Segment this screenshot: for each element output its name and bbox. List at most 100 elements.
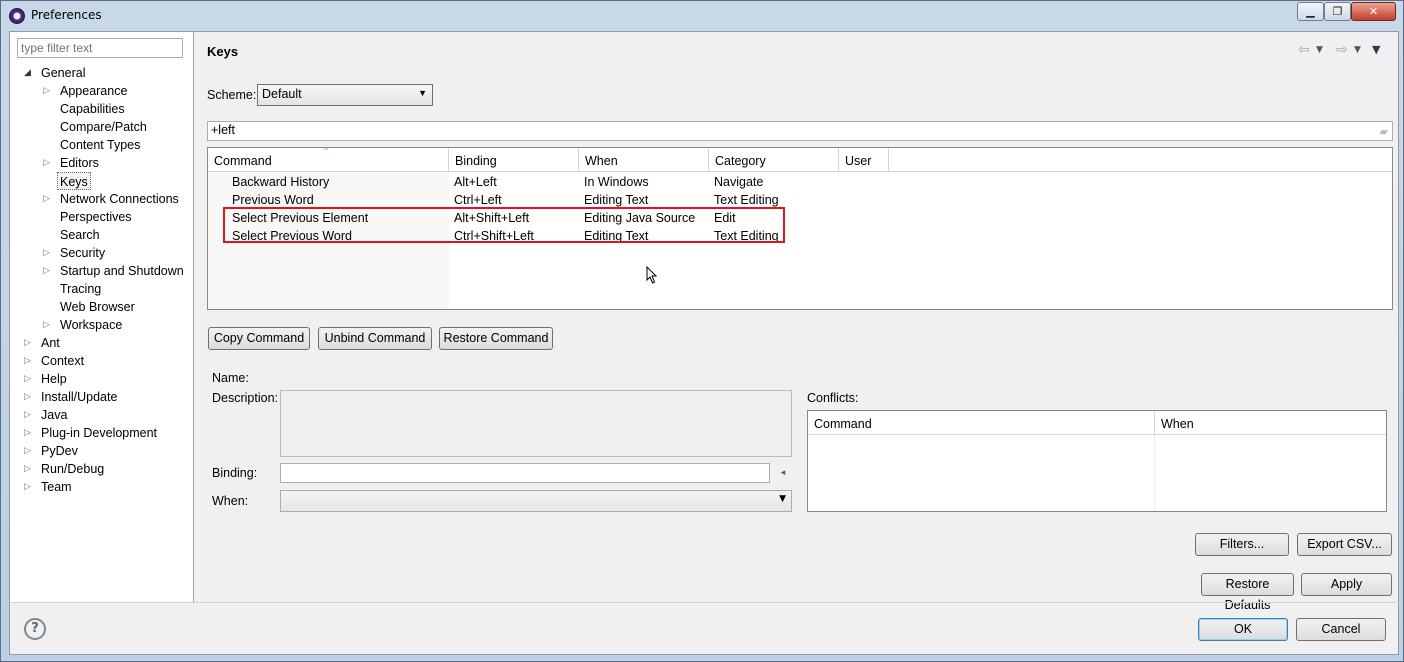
tree-collapsed-icon[interactable]: ▷ — [24, 460, 32, 478]
mouse-cursor-icon — [646, 266, 658, 284]
column-header-category[interactable]: Category — [709, 148, 839, 172]
eclipse-logo-icon — [9, 8, 25, 24]
binding-menu-icon[interactable]: ◂ — [774, 463, 792, 483]
export-csv-button[interactable]: Export CSV... — [1297, 533, 1392, 556]
view-menu-icon[interactable]: ▼ — [1372, 43, 1380, 56]
chevron-down-icon: ▼ — [779, 494, 786, 504]
tree-item-editors[interactable]: Editors — [60, 154, 99, 172]
conflicts-header-command[interactable]: Command — [808, 411, 1155, 435]
tree-collapsed-icon[interactable]: ▷ — [24, 370, 32, 388]
when-dropdown[interactable]: ▼ — [280, 490, 792, 512]
binding-label: Binding: — [212, 466, 258, 480]
tree-item-plug-in-development[interactable]: Plug-in Development — [41, 424, 157, 442]
filters-button[interactable]: Filters... — [1195, 533, 1289, 556]
tree-item-tracing[interactable]: Tracing — [60, 280, 101, 298]
tree-collapsed-icon[interactable]: ▷ — [24, 424, 32, 442]
tree-item-web-browser[interactable]: Web Browser — [60, 298, 135, 316]
cell-binding: Alt+Left — [454, 175, 497, 189]
tree-collapsed-icon — [43, 172, 51, 190]
apply-button[interactable]: Apply — [1301, 573, 1392, 596]
title-bar[interactable]: Preferences ▁ ❐ ✕ — [1, 1, 1404, 31]
tree-collapsed-icon[interactable]: ▷ — [43, 190, 51, 208]
tree-collapsed-icon — [43, 118, 51, 136]
forward-dropdown-icon[interactable]: ▼ — [1354, 45, 1361, 55]
column-divider — [1154, 435, 1155, 511]
cell-category: Navigate — [714, 175, 764, 189]
forward-arrow-icon[interactable]: ⇨ — [1336, 42, 1348, 58]
filter-input[interactable] — [17, 38, 183, 58]
tree-collapsed-icon[interactable]: ▷ — [43, 244, 51, 262]
tree-collapsed-icon[interactable]: ▷ — [24, 388, 32, 406]
page-title: Keys — [207, 44, 239, 59]
tree-item-startup-and-shutdown[interactable]: Startup and Shutdown — [60, 262, 184, 280]
tree-item-compare-patch[interactable]: Compare/Patch — [60, 118, 147, 136]
back-dropdown-icon[interactable]: ▼ — [1316, 45, 1323, 55]
tree-item-context[interactable]: Context — [41, 352, 84, 370]
restore-defaults-button[interactable]: Restore Defaults — [1201, 573, 1294, 612]
tree-item-general[interactable]: General — [41, 64, 85, 82]
conflicts-label: Conflicts: — [807, 391, 859, 405]
scheme-label: Scheme: — [207, 88, 257, 102]
column-header-command[interactable]: Command ^ — [208, 148, 449, 172]
tree-collapsed-icon[interactable]: ▷ — [24, 406, 32, 424]
tree-item-java[interactable]: Java — [41, 406, 67, 424]
maximize-button[interactable]: ❐ — [1324, 2, 1351, 21]
clear-icon[interactable]: ▰ — [1380, 125, 1388, 138]
table-row[interactable]: Backward History Alt+Left In Windows Naviga… — [208, 173, 1392, 191]
tree-item-perspectives[interactable]: Perspectives — [60, 208, 132, 226]
column-header-filler — [889, 148, 1392, 172]
column-header-binding[interactable]: Binding — [449, 148, 579, 172]
help-icon[interactable]: ? — [24, 618, 46, 640]
tree-item-team[interactable]: Team — [41, 478, 72, 496]
tree-item-install-update[interactable]: Install/Update — [41, 388, 117, 406]
ok-button[interactable]: OK — [1198, 618, 1288, 641]
column-header-user[interactable]: User — [839, 148, 889, 172]
tree-collapsed-icon[interactable]: ▷ — [24, 334, 32, 352]
tree-collapsed-icon — [43, 136, 51, 154]
tree-collapsed-icon[interactable]: ▷ — [43, 316, 51, 334]
window-title: Preferences — [31, 8, 102, 22]
cell-command: Backward History — [232, 175, 330, 189]
back-arrow-icon[interactable]: ⇦ — [1298, 42, 1310, 58]
tree-item-appearance[interactable]: Appearance — [60, 82, 127, 100]
conflicts-header-when[interactable]: When — [1155, 411, 1386, 435]
tree-collapsed-icon[interactable]: ▷ — [43, 154, 51, 172]
tree-item-ant[interactable]: Ant — [41, 334, 60, 352]
tree-item-network-connections[interactable]: Network Connections — [60, 190, 179, 208]
close-button[interactable]: ✕ — [1351, 2, 1396, 21]
copy-command-button[interactable]: Copy Command — [208, 327, 310, 350]
sort-ascending-icon: ^ — [324, 147, 329, 155]
dialog-content: ◢General▷AppearanceCapabilitiesCompare/P… — [9, 31, 1400, 655]
binding-input[interactable] — [280, 463, 770, 483]
tree-item-run-debug[interactable]: Run/Debug — [41, 460, 104, 478]
tree-item-workspace[interactable]: Workspace — [60, 316, 122, 334]
tree-expanded-icon[interactable]: ◢ — [24, 64, 32, 82]
tree-item-help[interactable]: Help — [41, 370, 67, 388]
tree-collapsed-icon[interactable]: ▷ — [24, 442, 32, 460]
chevron-down-icon: ▼ — [418, 88, 427, 98]
search-value: +left — [211, 123, 235, 137]
keys-search-input[interactable]: +left ▰ — [207, 121, 1393, 141]
tree-item-keys[interactable]: Keys — [57, 172, 91, 190]
unbind-command-button[interactable]: Unbind Command — [318, 327, 432, 350]
tree-item-security[interactable]: Security — [60, 244, 105, 262]
tree-collapsed-icon — [43, 280, 51, 298]
tree-item-capabilities[interactable]: Capabilities — [60, 100, 125, 118]
tree-collapsed-icon — [43, 208, 51, 226]
tree-collapsed-icon[interactable]: ▷ — [43, 82, 51, 100]
minimize-button[interactable]: ▁ — [1297, 2, 1324, 21]
tree-item-pydev[interactable]: PyDev — [41, 442, 78, 460]
tree-collapsed-icon[interactable]: ▷ — [24, 352, 32, 370]
scheme-dropdown[interactable]: Default ▼ — [257, 84, 433, 106]
when-label: When: — [212, 494, 249, 508]
preference-tree-pane: ◢General▷AppearanceCapabilitiesCompare/P… — [10, 32, 194, 602]
tree-collapsed-icon[interactable]: ▷ — [43, 262, 51, 280]
restore-command-button[interactable]: Restore Command — [439, 327, 553, 350]
footer-separator — [10, 602, 1400, 603]
tree-item-search[interactable]: Search — [60, 226, 100, 244]
cancel-button[interactable]: Cancel — [1296, 618, 1386, 641]
tree-collapsed-icon[interactable]: ▷ — [24, 478, 32, 496]
conflicts-table: Command When — [807, 410, 1387, 512]
tree-item-content-types[interactable]: Content Types — [60, 136, 140, 154]
column-header-when[interactable]: When — [579, 148, 709, 172]
